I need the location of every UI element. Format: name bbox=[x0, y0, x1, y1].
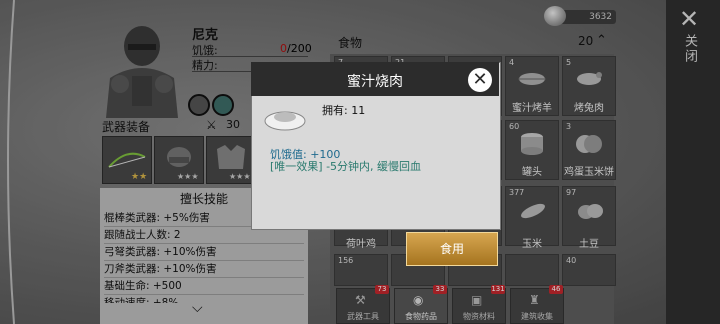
close-icon[interactable]: ✕ bbox=[468, 68, 492, 92]
honey-meat-icon bbox=[264, 111, 306, 131]
use-button[interactable]: 食用 bbox=[406, 232, 498, 266]
modal-title: 蜜汁烧肉 bbox=[347, 74, 403, 90]
item-effect: [唯一效果] -5分钟内, 缓慢回血 bbox=[270, 160, 422, 173]
owned-count: 拥有: 11 bbox=[322, 104, 366, 117]
